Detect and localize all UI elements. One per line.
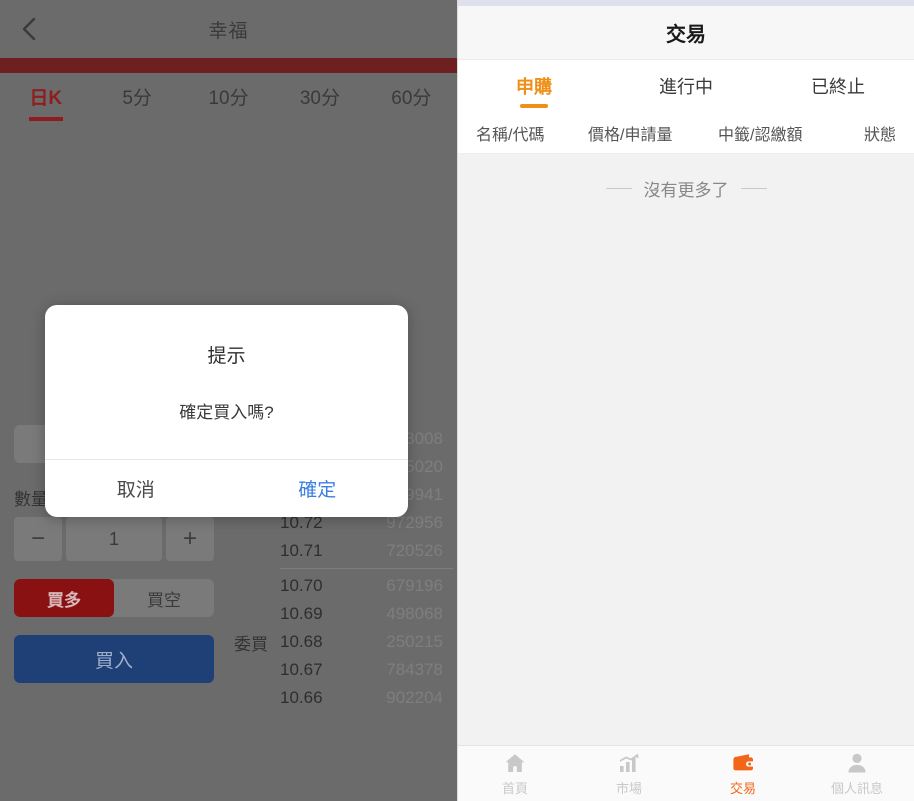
direction-short-button[interactable]: 買空 bbox=[114, 579, 214, 617]
orderbook-row: 10.69 498068 bbox=[234, 600, 457, 628]
orderbook-row: 10.66 902204 bbox=[234, 684, 457, 712]
column-header-price-quantity: 價格/申請量 bbox=[588, 126, 673, 144]
orderbook-divider bbox=[280, 568, 453, 569]
orderbook-price: 10.69 bbox=[280, 604, 323, 623]
tab-subscription[interactable]: 申購 bbox=[458, 73, 610, 99]
orderbook-row: 10.70 679196 bbox=[234, 572, 457, 600]
column-header-allotment-amount: 中籤/認繳額 bbox=[718, 126, 803, 144]
orderbook-row: 10.71 720526 bbox=[234, 537, 457, 565]
orderbook-buy-side: 10.70 679196 10.69 498068 委買 10.68 25021… bbox=[234, 572, 457, 712]
submit-buy-button[interactable]: 買入 bbox=[14, 635, 214, 683]
table-column-headers: 名稱/代碼 價格/申請量 中籤/認繳額 狀態 bbox=[458, 112, 914, 154]
dialog-message: 確定買入嗎? bbox=[179, 403, 274, 422]
empty-state: 沒有更多了 bbox=[458, 176, 914, 201]
transactions-list: 沒有更多了 bbox=[458, 154, 914, 745]
trading-titlebar: 幸福 bbox=[0, 0, 457, 58]
home-icon bbox=[502, 750, 528, 776]
chart-tab-daily[interactable]: 日K bbox=[0, 88, 91, 110]
quantity-stepper: − 1 + bbox=[14, 517, 214, 561]
divider-left bbox=[605, 188, 632, 189]
nav-item-transactions[interactable]: 交易 bbox=[686, 750, 800, 797]
tab-in-progress[interactable]: 進行中 bbox=[610, 73, 762, 99]
orderbook-volume: 250215 bbox=[386, 632, 443, 651]
orderbook-price: 10.66 bbox=[280, 688, 323, 707]
orderbook-volume: 498068 bbox=[386, 604, 443, 623]
orderbook-buy-label: 委買 bbox=[234, 634, 268, 654]
orderbook-volume: 902204 bbox=[386, 688, 443, 707]
chart-tab-10min[interactable]: 10分 bbox=[183, 88, 274, 110]
transactions-tabs: 申購 進行中 已終止 bbox=[458, 60, 914, 112]
tab-terminated[interactable]: 已終止 bbox=[762, 73, 914, 99]
nav-label: 交易 bbox=[729, 781, 756, 796]
transactions-header: 交易 bbox=[458, 6, 914, 60]
page-title: 幸福 bbox=[208, 20, 249, 42]
chart-tab-30min[interactable]: 30分 bbox=[274, 88, 365, 110]
accent-bar bbox=[0, 58, 457, 73]
quantity-increment-button[interactable]: + bbox=[166, 517, 214, 561]
nav-item-profile[interactable]: 個人訊息 bbox=[800, 750, 914, 797]
bottom-navigation: 首頁 市場 交易 個人訊息 bbox=[458, 745, 914, 801]
chevron-left-icon[interactable] bbox=[16, 14, 42, 44]
column-header-name-code: 名稱/代碼 bbox=[476, 126, 545, 144]
chart-tab-5min[interactable]: 5分 bbox=[91, 88, 182, 110]
direction-long-button[interactable]: 買多 bbox=[14, 579, 114, 617]
wallet-icon bbox=[730, 750, 756, 776]
confirm-dialog: 提示 確定買入嗎? 取消 確定 bbox=[45, 305, 408, 517]
trading-panel: 幸福 日K 5分 10分 30分 60分 限價 市價 數量（張） − 1 + bbox=[0, 0, 457, 801]
orderbook-volume: 720526 bbox=[386, 541, 443, 560]
nav-label: 個人訊息 bbox=[830, 781, 883, 796]
transactions-panel: 交易 申購 進行中 已終止 名稱/代碼 價格/申請量 中籤/認繳額 狀態 沒有更… bbox=[457, 0, 914, 801]
orderbook-volume: 784378 bbox=[386, 660, 443, 679]
dialog-actions: 取消 確定 bbox=[45, 459, 408, 517]
nav-item-home[interactable]: 首頁 bbox=[458, 750, 572, 797]
nav-label: 首頁 bbox=[501, 781, 528, 796]
dialog-cancel-button[interactable]: 取消 bbox=[45, 460, 227, 517]
person-icon bbox=[844, 750, 870, 776]
divider-right bbox=[740, 188, 767, 189]
column-header-status: 狀態 bbox=[863, 126, 896, 144]
app-root: 幸福 日K 5分 10分 30分 60分 限價 市價 數量（張） − 1 + bbox=[0, 0, 914, 801]
orderbook-price: 10.68 bbox=[280, 632, 323, 651]
quantity-decrement-button[interactable]: − bbox=[14, 517, 62, 561]
dialog-confirm-button[interactable]: 確定 bbox=[227, 460, 409, 517]
orderbook-row: 委買 10.68 250215 bbox=[234, 628, 457, 656]
orderbook-price: 10.70 bbox=[280, 576, 323, 595]
nav-label: 市場 bbox=[615, 781, 642, 796]
empty-state-text: 沒有更多了 bbox=[643, 181, 729, 200]
nav-item-market[interactable]: 市場 bbox=[572, 750, 686, 797]
orderbook-price: 10.67 bbox=[280, 660, 323, 679]
orderbook-volume: 679196 bbox=[386, 576, 443, 595]
chart-tab-60min[interactable]: 60分 bbox=[366, 88, 457, 110]
transactions-title: 交易 bbox=[666, 24, 706, 46]
chart-interval-tabs: 日K 5分 10分 30分 60分 bbox=[0, 73, 457, 125]
orderbook-price: 10.71 bbox=[280, 541, 323, 560]
dialog-title: 提示 bbox=[207, 346, 246, 367]
chart-bars-icon bbox=[616, 750, 642, 776]
direction-toggle: 買多 買空 bbox=[14, 579, 214, 617]
quantity-input[interactable]: 1 bbox=[66, 517, 162, 561]
orderbook-row: 10.67 784378 bbox=[234, 656, 457, 684]
